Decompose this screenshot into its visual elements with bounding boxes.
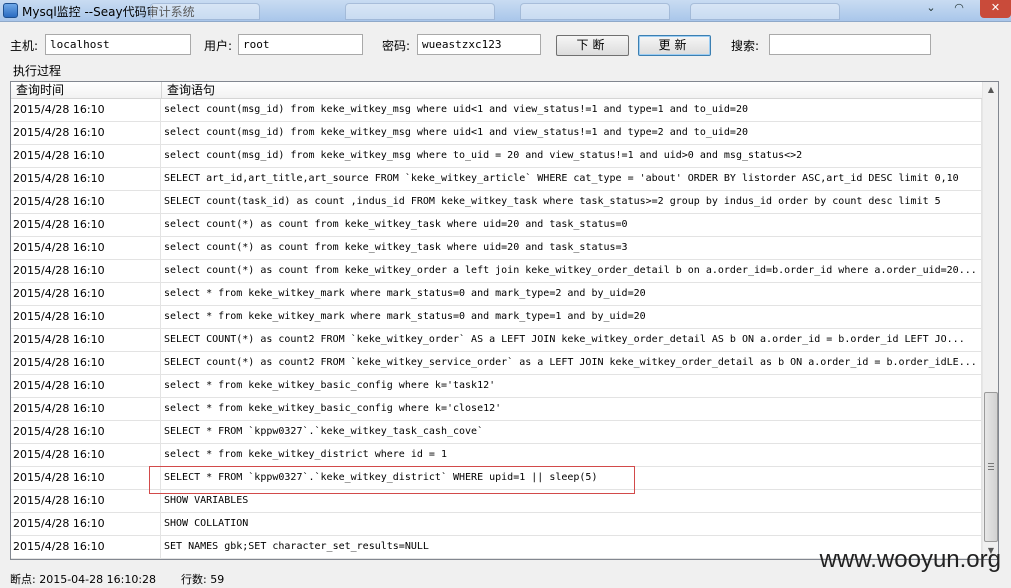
background-tab [520, 3, 670, 20]
table-row[interactable]: 2015/4/28 16:10 select count(*) as count … [11, 237, 983, 260]
cell-query-statement: select * from keke_witkey_mark where mar… [162, 283, 982, 305]
cell-query-time: 2015/4/28 16:10 [11, 536, 161, 558]
search-label: 搜索: [731, 39, 760, 53]
table-row[interactable]: 2015/4/28 16:10 select * from keke_witkey… [11, 375, 983, 398]
cell-query-statement: SELECT * FROM `kppw0327`.`keke_witkey_di… [162, 467, 982, 489]
cell-query-time: 2015/4/28 16:10 [11, 306, 161, 328]
user-label: 用户: [204, 39, 233, 53]
refresh-button[interactable]: 更新 [638, 35, 711, 56]
cell-query-time: 2015/4/28 16:10 [11, 214, 161, 236]
cell-query-statement: SHOW VARIABLES [162, 490, 982, 512]
grip-icon [988, 463, 994, 470]
cell-query-time: 2015/4/28 16:10 [11, 145, 161, 167]
cell-query-time: 2015/4/28 16:10 [11, 513, 161, 535]
password-label: 密码: [382, 39, 411, 53]
cell-query-time: 2015/4/28 16:10 [11, 398, 161, 420]
table-row[interactable]: 2015/4/28 16:10 SHOW VARIABLES [11, 490, 983, 513]
table-row[interactable]: 2015/4/28 16:10 select * from keke_witkey… [11, 306, 983, 329]
cell-query-time: 2015/4/28 16:10 [11, 421, 161, 443]
cell-query-time: 2015/4/28 16:10 [11, 283, 161, 305]
cell-query-statement: select count(*) as count from keke_witke… [162, 237, 982, 259]
cell-query-time: 2015/4/28 16:10 [11, 490, 161, 512]
table-row[interactable]: 2015/4/28 16:10 select count(msg_id) from… [11, 145, 983, 168]
cell-query-statement: SELECT COUNT(*) as count2 FROM `keke_wit… [162, 329, 982, 351]
app-icon [3, 3, 18, 18]
table-row[interactable]: 2015/4/28 16:10 SHOW COLLATION [11, 513, 983, 536]
cell-query-statement: SELECT art_id,art_title,art_source FROM … [162, 168, 982, 190]
table-row[interactable]: 2015/4/28 16:10 SELECT art_id,art_title,a… [11, 168, 983, 191]
table-row[interactable]: 2015/4/28 16:10 SELECT count(*) as count2… [11, 352, 983, 375]
breakpoint-button[interactable]: 下断 [556, 35, 629, 56]
grid-header: 查询时间 查询语句 [11, 82, 983, 99]
table-row[interactable]: 2015/4/28 16:10 SELECT * FROM `kppw0327`.… [11, 467, 983, 490]
cell-query-time: 2015/4/28 16:10 [11, 168, 161, 190]
background-tab [690, 3, 840, 20]
table-row[interactable]: 2015/4/28 16:10 select * from keke_witkey… [11, 283, 983, 306]
cell-query-time: 2015/4/28 16:10 [11, 237, 161, 259]
user-input[interactable]: root [238, 34, 363, 55]
table-row[interactable]: 2015/4/28 16:10 select count(*) as count … [11, 260, 983, 283]
cell-query-time: 2015/4/28 16:10 [11, 191, 161, 213]
column-header-query[interactable]: 查询语句 [162, 82, 983, 99]
column-header-time[interactable]: 查询时间 [11, 82, 162, 99]
background-tab [345, 3, 495, 20]
watermark: www.wooyun.org [819, 546, 1001, 573]
table-row[interactable]: 2015/4/28 16:10 SELECT count(task_id) as … [11, 191, 983, 214]
cell-query-statement: select count(msg_id) from keke_witkey_ms… [162, 122, 982, 144]
execution-group-label: 执行过程 [13, 64, 62, 78]
cell-query-statement: SELECT count(*) as count2 FROM `keke_wit… [162, 352, 982, 374]
cell-query-statement: select * from keke_witkey_district where… [162, 444, 982, 466]
table-row[interactable]: 2015/4/28 16:10 select * from keke_witkey… [11, 398, 983, 421]
grid-rows: 2015/4/28 16:10 select count(msg_id) from… [11, 99, 983, 559]
status-rowcount: 行数: 59 [181, 573, 225, 586]
host-label: 主机: [10, 39, 39, 53]
close-icon[interactable]: ✕ [980, 0, 1011, 18]
table-row[interactable]: 2015/4/28 16:10 SELECT * FROM `kppw0327`.… [11, 421, 983, 444]
query-log-grid[interactable]: 查询时间 查询语句 2015/4/28 16:10 select count(ms… [10, 81, 999, 560]
status-breakpoint: 断点: 2015-04-28 16:10:28 [10, 573, 157, 586]
scroll-thumb[interactable] [984, 392, 998, 542]
cell-query-time: 2015/4/28 16:10 [11, 260, 161, 282]
cell-query-statement: select * from keke_witkey_basic_config w… [162, 375, 982, 397]
cell-query-time: 2015/4/28 16:10 [11, 467, 161, 489]
cell-query-statement: select count(*) as count from keke_witke… [162, 214, 982, 236]
cell-query-time: 2015/4/28 16:10 [11, 329, 161, 351]
cell-query-statement: select count(*) as count from keke_witke… [162, 260, 982, 282]
table-row[interactable]: 2015/4/28 16:10 select count(msg_id) from… [11, 122, 983, 145]
search-input[interactable] [769, 34, 931, 55]
cell-query-statement: SHOW COLLATION [162, 513, 982, 535]
cell-query-statement: select count(msg_id) from keke_witkey_ms… [162, 99, 982, 121]
host-input[interactable]: localhost [45, 34, 191, 55]
cell-query-time: 2015/4/28 16:10 [11, 444, 161, 466]
table-row[interactable]: 2015/4/28 16:10 select * from keke_witkey… [11, 444, 983, 467]
table-row[interactable]: 2015/4/28 16:10 select count(*) as count … [11, 214, 983, 237]
cell-query-statement: select count(msg_id) from keke_witkey_ms… [162, 145, 982, 167]
scroll-up-icon[interactable]: ▲ [983, 82, 998, 98]
cell-query-statement: select * from keke_witkey_basic_config w… [162, 398, 982, 420]
minimize-icon[interactable]: ⌄ [918, 0, 944, 18]
cell-query-time: 2015/4/28 16:10 [11, 352, 161, 374]
cell-query-statement: SELECT * FROM `kppw0327`.`keke_witkey_ta… [162, 421, 982, 443]
cell-query-statement: SELECT count(task_id) as count ,indus_id… [162, 191, 982, 213]
title-bar[interactable]: Mysql监控 --Seay代码审计系统 ⌄ ◠ ✕ [0, 0, 1011, 22]
background-tab [150, 3, 260, 20]
maximize-icon[interactable]: ◠ [946, 0, 972, 18]
password-input[interactable]: wueastzxc123 [417, 34, 541, 55]
table-row[interactable]: 2015/4/28 16:10 select count(msg_id) from… [11, 99, 983, 122]
cell-query-time: 2015/4/28 16:10 [11, 99, 161, 121]
table-row[interactable]: 2015/4/28 16:10 SELECT COUNT(*) as count2… [11, 329, 983, 352]
cell-query-time: 2015/4/28 16:10 [11, 122, 161, 144]
cell-query-statement: select * from keke_witkey_mark where mar… [162, 306, 982, 328]
vertical-scrollbar[interactable]: ▲ ▼ [982, 82, 998, 559]
cell-query-time: 2015/4/28 16:10 [11, 375, 161, 397]
